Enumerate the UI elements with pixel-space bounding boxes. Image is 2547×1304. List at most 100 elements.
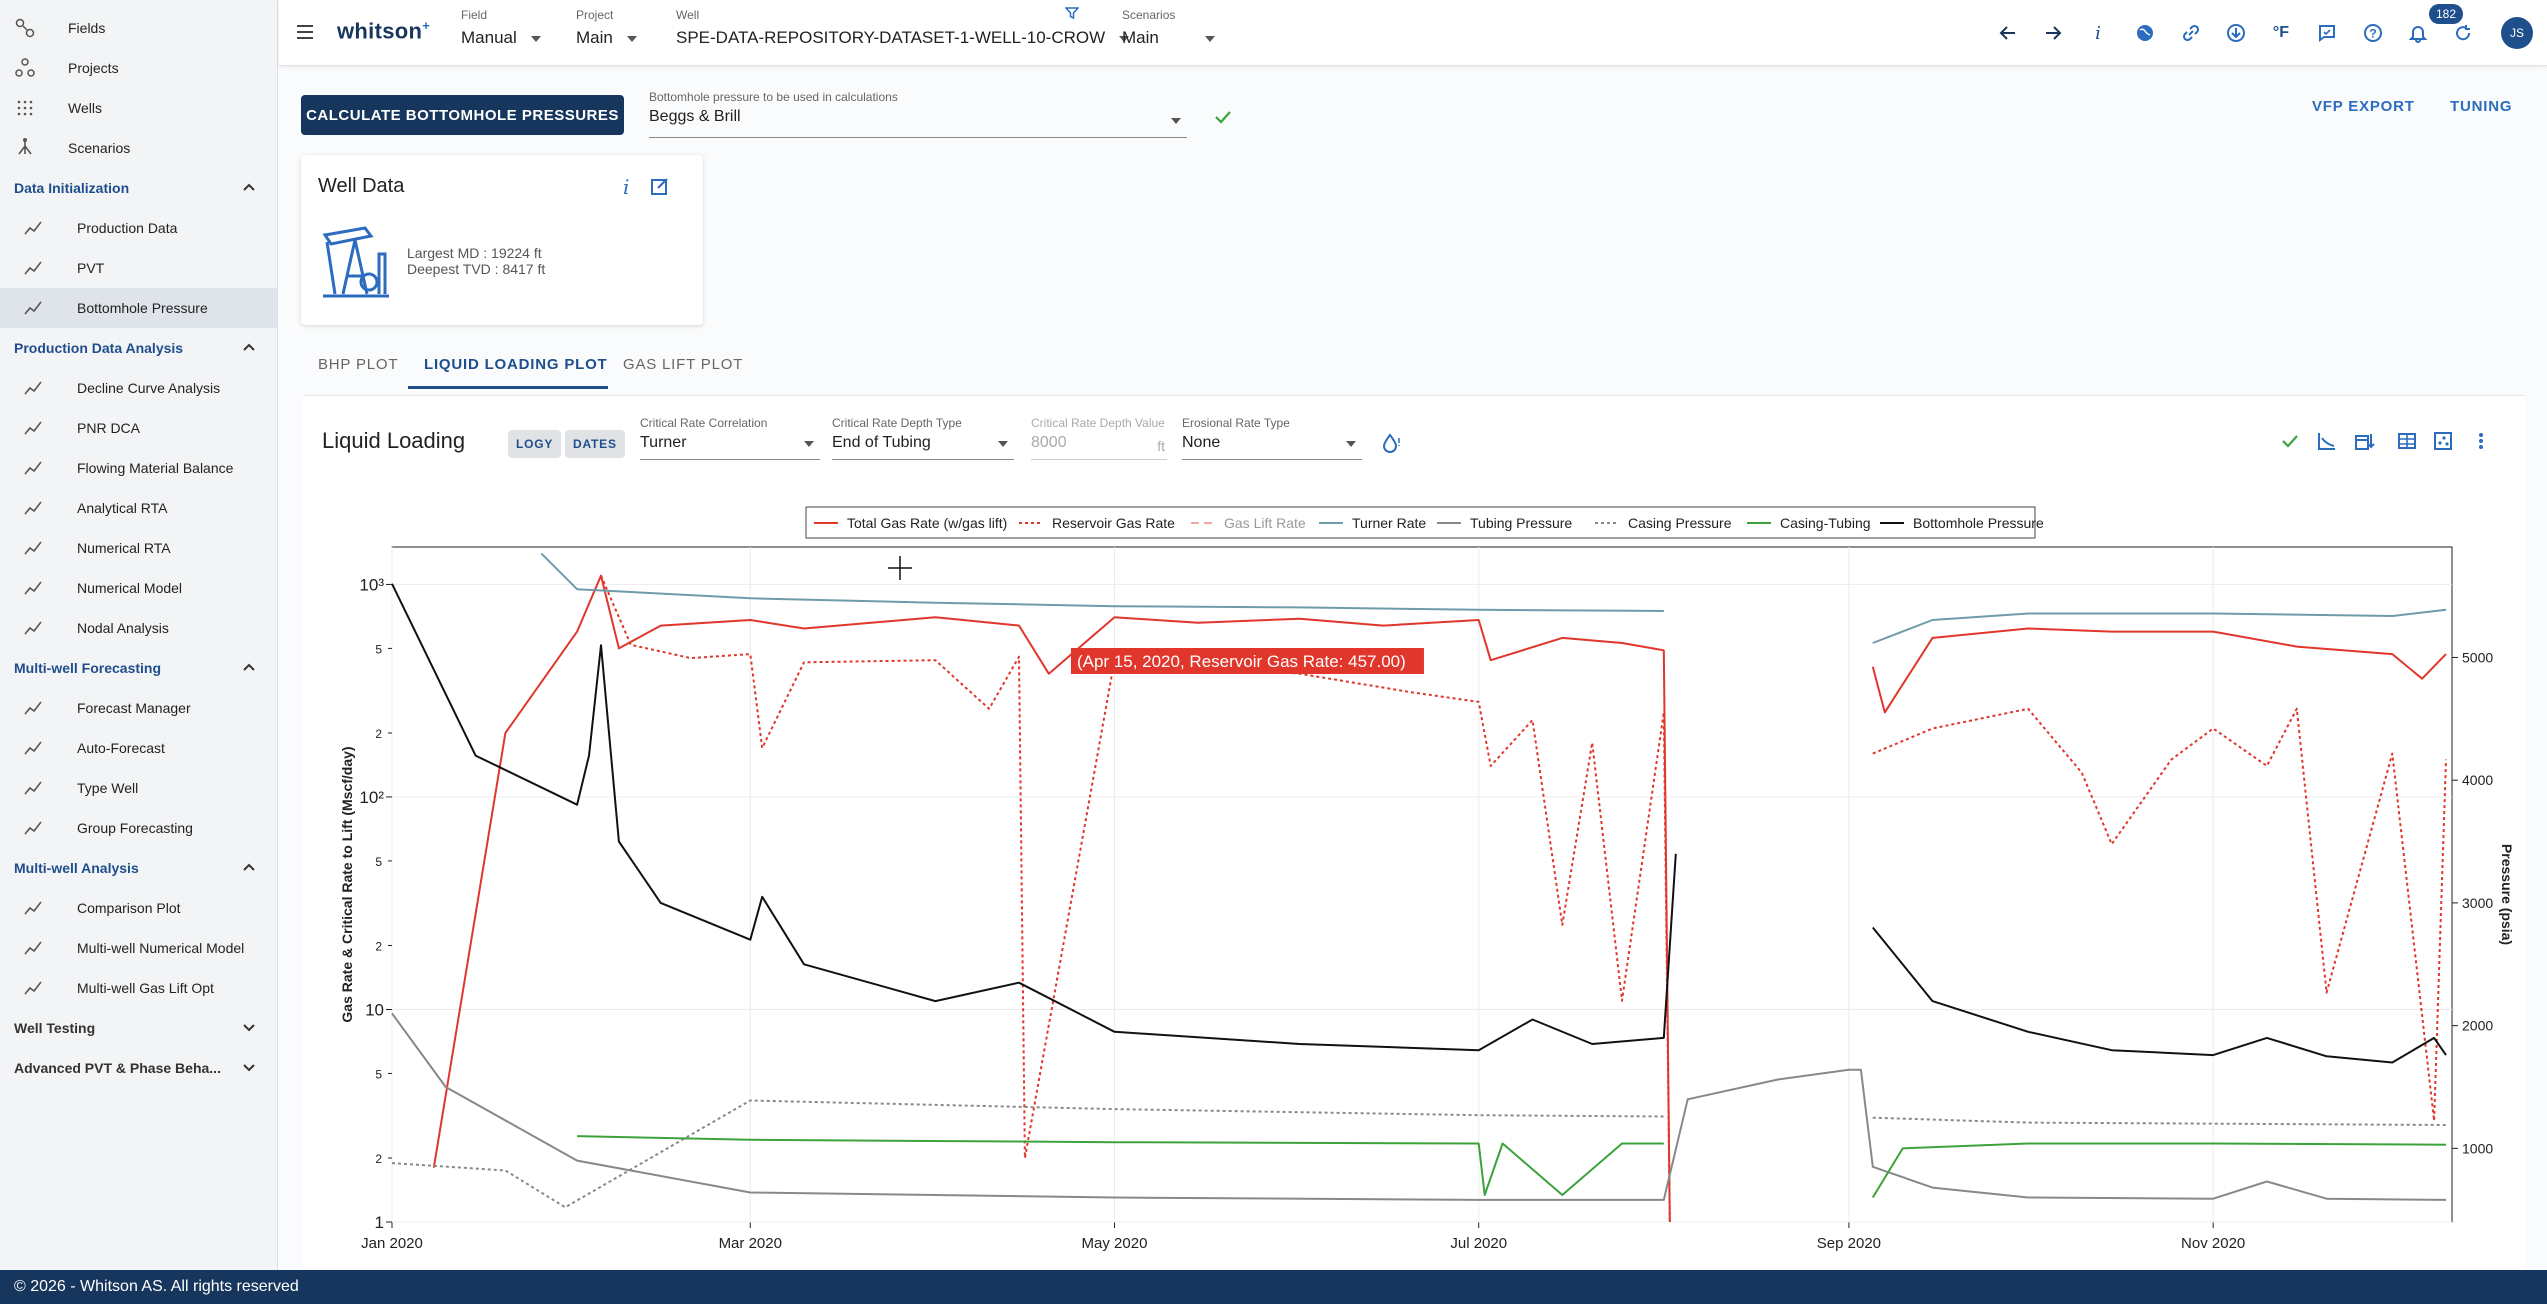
sidebar-item-numerical-model[interactable]: Numerical Model — [0, 568, 277, 608]
flask-icon — [20, 256, 46, 280]
whitson-logo[interactable]: whitson+ — [337, 18, 430, 44]
link-icon[interactable] — [2178, 20, 2204, 46]
sidebar-item-pnr-dca[interactable]: PNR DCA — [0, 408, 277, 448]
sidebar-item-label: Multi-well Gas Lift Opt — [77, 980, 214, 996]
scenarios-icon — [12, 136, 38, 160]
globe-icon[interactable] — [2132, 20, 2158, 46]
sidebar-item-label: Group Forecasting — [77, 820, 193, 836]
well-data-card: Well Data i Largest MD : 19224 ft Deepes… — [301, 155, 703, 325]
tuning-button[interactable]: TUNING — [2450, 98, 2512, 115]
temperature-unit-icon[interactable]: °F — [2268, 20, 2294, 46]
axis-settings-icon[interactable] — [2316, 430, 2338, 452]
sidebar-item-production-data[interactable]: Production Data — [0, 208, 277, 248]
info-icon[interactable]: i — [623, 175, 629, 199]
sidebar-item-fields[interactable]: Fields — [0, 8, 277, 48]
section-advanced-pvt-phase-beha[interactable]: Advanced PVT & Phase Beha... — [0, 1048, 277, 1088]
section-well-testing[interactable]: Well Testing — [0, 1008, 277, 1048]
section-multi-well-forecasting[interactable]: Multi-well Forecasting — [0, 648, 277, 688]
comparison-icon — [20, 896, 46, 920]
active-tab-indicator — [408, 386, 608, 389]
erosional-rate-type-select[interactable]: Erosional Rate Type None — [1182, 416, 1362, 460]
sidebar-item-label: Type Well — [77, 780, 139, 796]
calculate-bhp-button[interactable]: CALCULATE BOTTOMHOLE PRESSURES — [301, 95, 624, 135]
back-arrow-icon[interactable] — [1995, 20, 2021, 46]
feedback-icon[interactable] — [2314, 20, 2340, 46]
sidebar-item-label: Bottomhole Pressure — [77, 300, 208, 316]
tab-liquid-loading-plot[interactable]: LIQUID LOADING PLOT — [424, 356, 608, 373]
sidebar-item-analytical-rta[interactable]: Analytical RTA — [0, 488, 277, 528]
production-chart-icon — [20, 216, 46, 240]
info-icon[interactable]: i — [2085, 20, 2111, 46]
sidebar-item-decline-curve-analysis[interactable]: Decline Curve Analysis — [0, 368, 277, 408]
critical-rate-depth-type-select[interactable]: Critical Rate Depth Type End of Tubing — [832, 416, 1014, 460]
critical-rate-depth-value-field[interactable]: Critical Rate Depth Value 8000 ft — [1031, 416, 1167, 460]
sidebar-item-flowing-material-balance[interactable]: Flowing Material Balance — [0, 448, 277, 488]
bell-icon[interactable] — [2405, 20, 2431, 46]
sidebar-item-bottomhole-pressure[interactable]: Bottomhole Pressure — [0, 288, 277, 328]
vfp-export-button[interactable]: VFP EXPORT — [2312, 98, 2415, 115]
sidebar-item-label: Fields — [68, 20, 106, 36]
projects-icon — [12, 56, 38, 80]
menu-icon[interactable] — [295, 22, 317, 42]
apply-check-icon[interactable] — [2279, 430, 2301, 452]
refresh-icon[interactable] — [2450, 20, 2476, 46]
scatter-icon[interactable] — [2432, 430, 2454, 452]
sidebar-item-numerical-rta[interactable]: Numerical RTA — [0, 528, 277, 568]
logo-text: whitson — [337, 18, 423, 44]
well-selector[interactable]: Well SPE-DATA-REPOSITORY-DATASET-1-WELL-… — [676, 8, 1130, 48]
section-production-data-analysis[interactable]: Production Data Analysis — [0, 328, 277, 368]
help-icon[interactable]: ? — [2360, 20, 2386, 46]
table-icon[interactable] — [2396, 430, 2418, 452]
sidebar-item-label: Comparison Plot — [77, 900, 181, 916]
filter-icon[interactable] — [1064, 6, 1080, 20]
confirm-check-icon[interactable] — [1212, 106, 1234, 128]
chevron-down-icon — [1346, 441, 1356, 447]
sidebar-item-pvt[interactable]: PVT — [0, 248, 277, 288]
sidebar-item-wells[interactable]: Wells — [0, 88, 277, 128]
tab-gas-lift-plot[interactable]: GAS LIFT PLOT — [623, 356, 743, 373]
sidebar-item-multi-well-numerical-model[interactable]: Multi-well Numerical Model — [0, 928, 277, 968]
line-chart-icon — [20, 456, 46, 480]
download-icon[interactable] — [2223, 20, 2249, 46]
well-data-title: Well Data — [318, 175, 405, 197]
type-curve-icon — [20, 776, 46, 800]
log-plot-icon — [20, 536, 46, 560]
tab-bhp-plot[interactable]: BHP PLOT — [318, 356, 398, 373]
critical-rate-correlation-select[interactable]: Critical Rate Correlation Turner — [640, 416, 820, 460]
top-bar: whitson+ Field Manual Project Main Well … — [279, 0, 2547, 66]
sidebar-item-type-well[interactable]: Type Well — [0, 768, 277, 808]
crit-corr-value: Turner — [640, 434, 687, 451]
sidebar-item-label: Decline Curve Analysis — [77, 380, 221, 396]
field-caption: Field — [461, 8, 488, 22]
forward-arrow-icon[interactable] — [2040, 20, 2066, 46]
date-range-icon[interactable] — [2353, 430, 2375, 452]
chevron-down-icon — [530, 35, 541, 42]
field-selector[interactable]: Field Manual — [461, 8, 541, 48]
avatar[interactable]: JS — [2501, 17, 2533, 49]
sidebar-item-multi-well-gas-lift-opt[interactable]: Multi-well Gas Lift Opt — [0, 968, 277, 1008]
decline-curve-icon — [20, 376, 46, 400]
erosional-value: None — [1182, 434, 1221, 451]
stacked-model-icon — [20, 936, 46, 960]
well-caption: Well — [676, 8, 700, 22]
chevron-down-icon — [1204, 35, 1215, 42]
dates-toggle[interactable]: DATES — [565, 430, 625, 458]
logy-toggle[interactable]: LOGY — [508, 430, 562, 458]
section-multi-well-analysis[interactable]: Multi-well Analysis — [0, 848, 277, 888]
sidebar-item-group-forecasting[interactable]: Group Forecasting — [0, 808, 277, 848]
scenario-selector[interactable]: Scenarios Main — [1122, 8, 1215, 48]
edit-icon[interactable] — [649, 175, 671, 197]
logo-plus: + — [422, 18, 431, 33]
more-vert-icon[interactable] — [2470, 430, 2492, 452]
sidebar-item-forecast-manager[interactable]: Forecast Manager — [0, 688, 277, 728]
sidebar-item-projects[interactable]: Projects — [0, 48, 277, 88]
sidebar-item-nodal-analysis[interactable]: Nodal Analysis — [0, 608, 277, 648]
bhp-method-select[interactable]: Bottomhole pressure to be used in calcul… — [649, 90, 1187, 138]
sidebar-item-auto-forecast[interactable]: Auto-Forecast — [0, 728, 277, 768]
sidebar-item-comparison-plot[interactable]: Comparison Plot — [0, 888, 277, 928]
scenarios-caption: Scenarios — [1122, 8, 1176, 22]
section-data-initialization[interactable]: Data Initialization — [0, 168, 277, 208]
sidebar-item-scenarios[interactable]: Scenarios — [0, 128, 277, 168]
project-selector[interactable]: Project Main — [576, 8, 637, 48]
droplet-icon[interactable] — [1380, 432, 1402, 454]
